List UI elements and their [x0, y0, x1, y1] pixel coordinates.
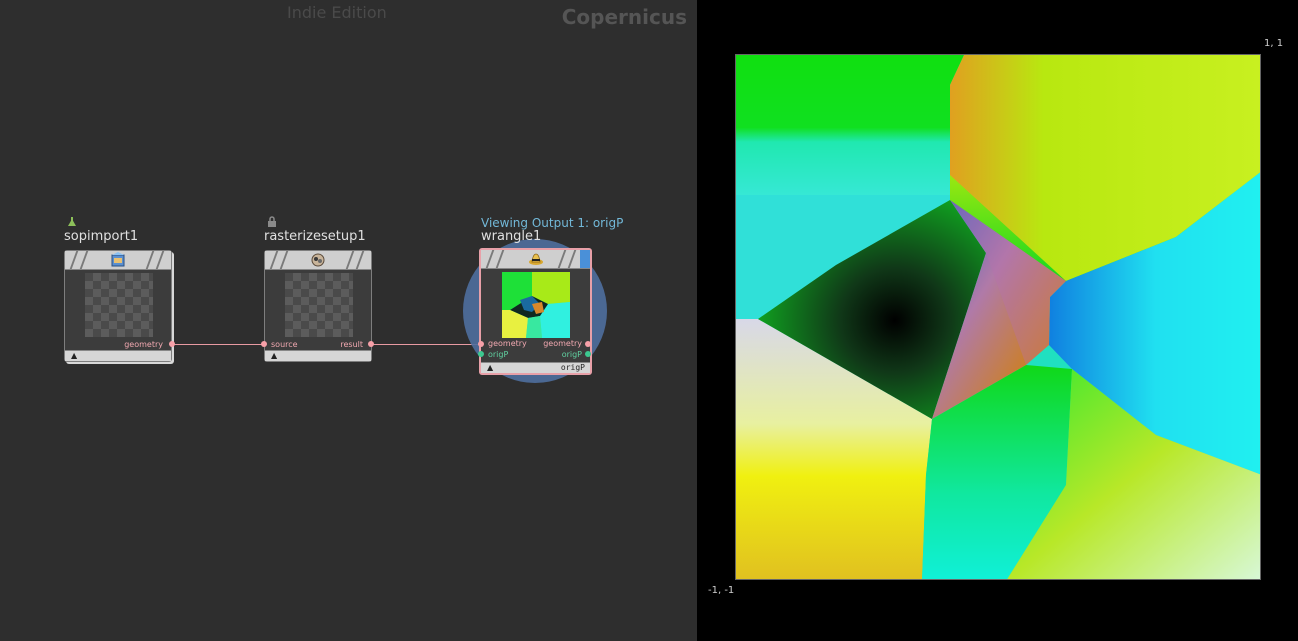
node-thumbnail-checker [285, 273, 353, 337]
input-port-source[interactable] [261, 341, 267, 347]
wrangle-icon [528, 253, 543, 265]
node-footer[interactable]: ▲ [65, 350, 171, 361]
output-label-origP: origP [561, 350, 582, 359]
node-footer[interactable]: ▲ [265, 350, 371, 361]
node-header[interactable] [65, 251, 171, 270]
node-title-rasterizesetup1[interactable]: rasterizesetup1 [264, 229, 366, 244]
input-label-origP: origP [488, 350, 509, 359]
lock-icon[interactable] [266, 216, 278, 228]
wire-sopimport-to-rasterize[interactable] [174, 344, 264, 345]
node-title-sopimport1[interactable]: sopimport1 [64, 229, 138, 244]
context-label: Copernicus [561, 5, 687, 29]
wrangle-thumbnail-preview [502, 272, 570, 338]
output-port-geometry[interactable] [585, 341, 591, 347]
output-port-result[interactable] [368, 341, 374, 347]
expand-arrow-icon[interactable]: ▲ [271, 351, 277, 361]
input-port-origP[interactable] [478, 351, 484, 357]
output-label-result: result [340, 340, 363, 349]
edition-watermark: Indie Edition [287, 3, 387, 22]
input-port-geometry[interactable] [478, 341, 484, 347]
expand-arrow-icon[interactable]: ▲ [487, 363, 493, 373]
output-label-geometry: geometry [124, 340, 163, 349]
sop-import-icon [111, 252, 125, 267]
output-port-geometry[interactable] [169, 341, 175, 347]
voronoi-origP-image [736, 55, 1260, 579]
display-flag-icon[interactable] [66, 216, 78, 228]
wire-rasterize-to-wrangle[interactable] [372, 344, 481, 345]
coord-bottom-left-label: -1, -1 [708, 585, 735, 596]
viewport-image[interactable] [735, 54, 1261, 580]
image-viewer[interactable]: 1, 1 -1, -1 [697, 0, 1298, 641]
coord-top-right-label: 1, 1 [1264, 38, 1284, 49]
node-rasterizesetup1[interactable]: source result ▲ [264, 250, 372, 362]
output-port-origP[interactable] [585, 351, 591, 357]
node-footer[interactable]: ▲ origP [481, 362, 590, 373]
node-thumbnail-checker [85, 273, 153, 337]
node-header[interactable] [481, 250, 590, 269]
node-sopimport1[interactable]: geometry ▲ [64, 250, 172, 362]
input-label-geometry: geometry [488, 339, 527, 348]
viewed-output-footer-label: origP [560, 363, 585, 372]
expand-arrow-icon[interactable]: ▲ [71, 351, 77, 361]
node-title-wrangle1[interactable]: wrangle1 [481, 229, 541, 244]
viewing-output-label: Viewing Output 1: origP [481, 216, 624, 230]
network-editor[interactable]: Indie Edition Copernicus sopimport1 geom… [0, 0, 697, 641]
output-label-geometry: geometry [543, 339, 582, 348]
node-wrangle1[interactable]: geometry origP geometry origP ▲ origP [479, 248, 592, 375]
rasterize-setup-icon [311, 253, 325, 267]
input-label-source: source [271, 340, 298, 349]
display-flag-indicator[interactable] [580, 250, 590, 268]
node-header[interactable] [265, 251, 371, 270]
